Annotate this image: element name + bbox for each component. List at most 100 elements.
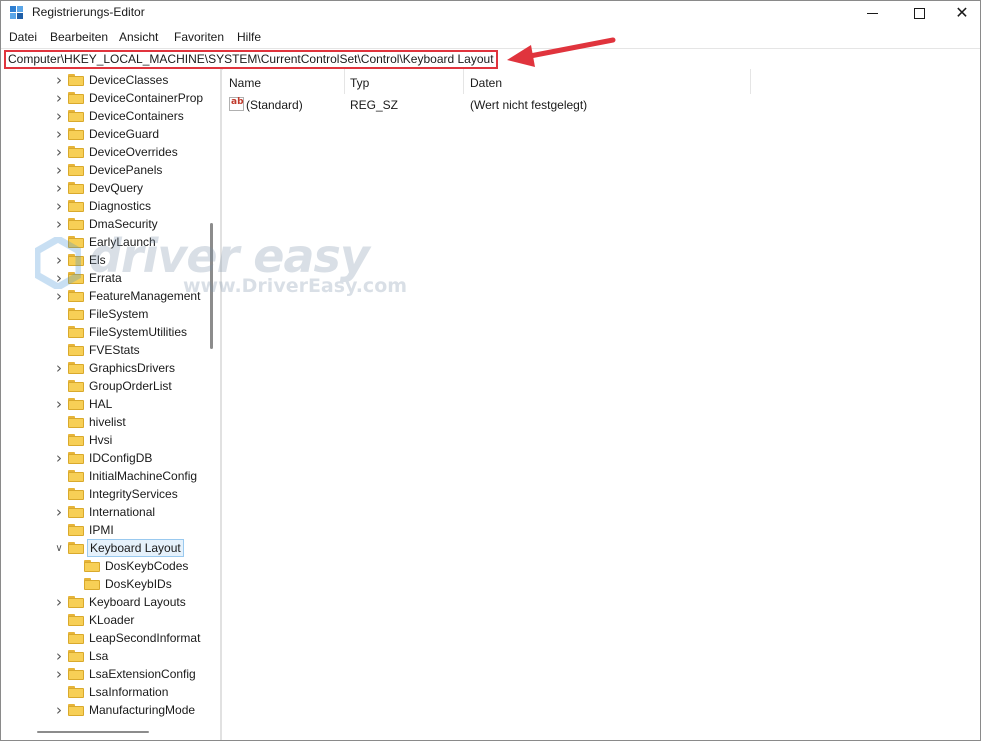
tree-item[interactable]: › DeviceContainerProp — [1, 89, 204, 107]
tree-item[interactable]: FVEStats — [1, 341, 204, 359]
chevron-right-icon[interactable]: › — [53, 215, 65, 233]
table-row[interactable]: ab (Standard) REG_SZ (Wert nicht festgel… — [223, 96, 980, 114]
chevron-right-icon[interactable]: › — [53, 287, 65, 305]
tree-horizontal-scrollbar[interactable] — [1, 725, 220, 739]
tree-item[interactable]: GroupOrderList — [1, 377, 204, 395]
tree-item[interactable]: › DmaSecurity — [1, 215, 204, 233]
tree-item[interactable]: › DeviceClasses — [1, 71, 204, 89]
tree-item[interactable]: FileSystemUtilities — [1, 323, 204, 341]
tree-item[interactable]: › Errata — [1, 269, 204, 287]
pane-splitter[interactable] — [220, 69, 222, 740]
tree-item-label: GroupOrderList — [89, 379, 172, 393]
menu-bearbeiten[interactable]: Bearbeiten — [50, 30, 108, 44]
tree-item-label: IDConfigDB — [89, 451, 153, 465]
close-icon: ✕ — [955, 3, 969, 22]
tree-item[interactable]: › ManufacturingMode — [1, 701, 204, 719]
tree-item-label: Diagnostics — [89, 199, 152, 213]
tree-item-label: GraphicsDrivers — [89, 361, 176, 375]
tree-item[interactable]: › Lsa — [1, 647, 204, 665]
folder-icon — [68, 416, 84, 428]
tree-item[interactable]: LsaInformation — [1, 683, 204, 701]
tree-item[interactable]: IPMI — [1, 521, 204, 539]
tree-item[interactable]: › Els — [1, 251, 204, 269]
column-header-name[interactable]: Name — [229, 76, 261, 90]
string-value-icon: ab — [229, 97, 244, 111]
folder-icon — [68, 290, 84, 302]
chevron-down-icon[interactable]: ∨ — [53, 539, 65, 557]
tree-item[interactable]: Hvsi — [1, 431, 204, 449]
chevron-right-icon[interactable]: › — [53, 161, 65, 179]
tree-item[interactable]: › Keyboard Layouts — [1, 593, 204, 611]
tree-item[interactable]: › Diagnostics — [1, 197, 204, 215]
tree-item-label: FileSystem — [89, 307, 149, 321]
tree-item[interactable]: › DeviceContainers — [1, 107, 204, 125]
tree-item[interactable]: › DeviceOverrides — [1, 143, 204, 161]
address-path[interactable]: Computer\HKEY_LOCAL_MACHINE\SYSTEM\Curre… — [4, 50, 498, 69]
tree-item[interactable]: DosKeybCodes — [1, 557, 204, 575]
column-divider[interactable] — [344, 69, 345, 94]
registry-tree[interactable]: › DeviceClasses › DeviceContainerProp › Devic… — [1, 69, 204, 732]
tree-item[interactable]: InitialMachineConfig — [1, 467, 204, 485]
tree-item[interactable]: › FeatureManagement — [1, 287, 204, 305]
folder-icon — [68, 92, 84, 104]
chevron-right-icon[interactable]: › — [53, 179, 65, 197]
minimize-button[interactable] — [849, 1, 895, 25]
column-divider[interactable] — [750, 69, 751, 94]
tree-item[interactable]: hivelist — [1, 413, 204, 431]
tree-item[interactable]: ∨ Keyboard Layout — [1, 539, 204, 557]
close-button[interactable]: ✕ — [939, 1, 980, 25]
chevron-right-icon[interactable]: › — [53, 143, 65, 161]
annotation-arrow-icon — [507, 37, 616, 67]
tree-item[interactable]: › LsaExtensionConfig — [1, 665, 204, 683]
tree-item[interactable]: › International — [1, 503, 204, 521]
tree-item[interactable]: IntegrityServices — [1, 485, 204, 503]
column-header-data[interactable]: Daten — [470, 76, 502, 90]
chevron-right-icon[interactable]: › — [53, 359, 65, 377]
tree-item[interactable]: FileSystem — [1, 305, 204, 323]
tree-item[interactable]: › HAL — [1, 395, 204, 413]
chevron-right-icon[interactable]: › — [53, 269, 65, 287]
chevron-right-icon[interactable]: › — [53, 89, 65, 107]
tree-item[interactable]: › DevicePanels — [1, 161, 204, 179]
tree-item[interactable]: DosKeybIDs — [1, 575, 204, 593]
chevron-right-icon[interactable]: › — [53, 125, 65, 143]
chevron-right-icon[interactable]: › — [53, 503, 65, 521]
tree-item[interactable]: LeapSecondInformat — [1, 629, 204, 647]
tree-item[interactable]: › IDConfigDB — [1, 449, 204, 467]
menu-hilfe[interactable]: Hilfe — [237, 30, 261, 44]
title-bar[interactable]: Registrierungs-Editor ✕ — [1, 1, 980, 25]
chevron-right-icon[interactable]: › — [53, 197, 65, 215]
tree-item-label: DosKeybCodes — [105, 559, 189, 573]
maximize-button[interactable] — [896, 1, 942, 25]
folder-icon — [68, 362, 84, 374]
chevron-right-icon[interactable]: › — [53, 449, 65, 467]
tree-scroll-thumb[interactable] — [210, 223, 213, 349]
chevron-right-icon[interactable]: › — [53, 251, 65, 269]
chevron-right-icon[interactable]: › — [53, 701, 65, 719]
chevron-right-icon[interactable]: › — [53, 71, 65, 89]
folder-icon — [68, 434, 84, 446]
tree-hscroll-thumb[interactable] — [37, 731, 149, 733]
column-divider[interactable] — [463, 69, 464, 94]
tree-item[interactable]: EarlyLaunch — [1, 233, 204, 251]
menu-datei[interactable]: Datei — [9, 30, 37, 44]
tree-item[interactable]: › DeviceGuard — [1, 125, 204, 143]
chevron-right-icon[interactable]: › — [53, 593, 65, 611]
chevron-right-icon[interactable]: › — [53, 647, 65, 665]
tree-item-label: DevQuery — [89, 181, 144, 195]
column-header-type[interactable]: Typ — [350, 76, 369, 90]
chevron-right-icon[interactable]: › — [53, 395, 65, 413]
window-title: Registrierungs-Editor — [32, 5, 145, 19]
tree-item[interactable]: KLoader — [1, 611, 204, 629]
menu-ansicht[interactable]: Ansicht — [119, 30, 158, 44]
chevron-right-icon[interactable]: › — [53, 107, 65, 125]
chevron-right-icon[interactable]: › — [53, 665, 65, 683]
tree-item-label: Els — [89, 253, 106, 267]
tree-item[interactable]: › GraphicsDrivers — [1, 359, 204, 377]
address-bar[interactable]: Computer\HKEY_LOCAL_MACHINE\SYSTEM\Curre… — [1, 48, 980, 70]
tree-vertical-scrollbar[interactable] — [204, 69, 220, 732]
folder-icon — [68, 272, 84, 284]
tree-item[interactable]: › DevQuery — [1, 179, 204, 197]
folder-icon — [68, 650, 84, 662]
menu-favoriten[interactable]: Favoriten — [174, 30, 224, 44]
